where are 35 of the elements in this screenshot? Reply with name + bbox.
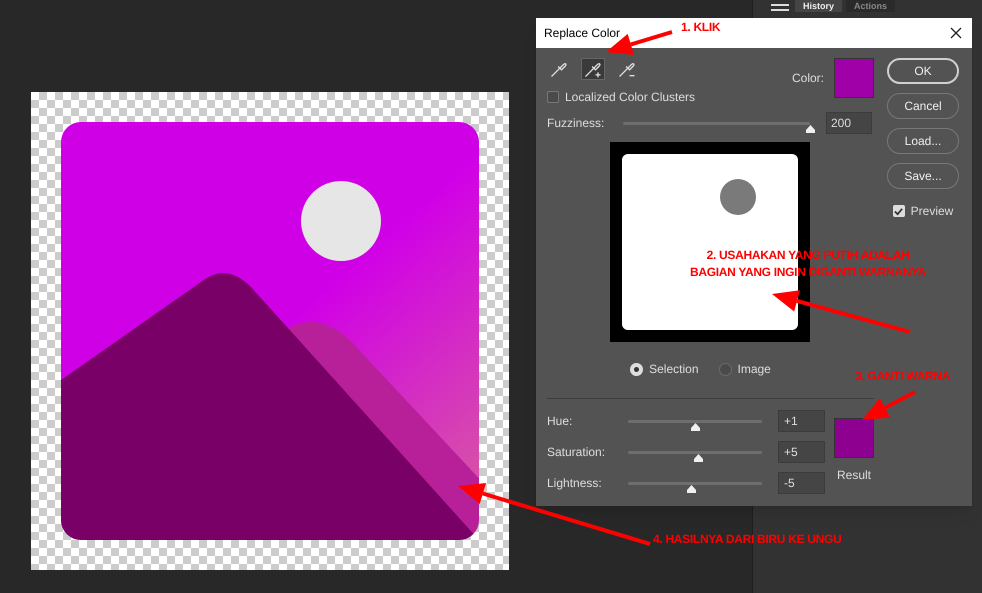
check-icon: [894, 206, 904, 216]
close-icon[interactable]: [950, 27, 962, 39]
checkbox[interactable]: [892, 205, 905, 217]
eyedropper-tool-button[interactable]: [581, 58, 605, 80]
arrow: [862, 390, 916, 420]
dialog-button[interactable]: Save...: [887, 163, 959, 189]
fuzziness-label: Fuzziness:: [547, 115, 606, 132]
radio-button[interactable]: [630, 362, 644, 376]
panel-tab[interactable]: Actions: [846, 0, 896, 12]
adjustment-label: Lightness:: [547, 475, 603, 492]
adjustment-input[interactable]: +1: [778, 410, 825, 432]
fuzziness-input[interactable]: 200: [826, 112, 872, 134]
radio-label[interactable]: Image: [738, 360, 771, 378]
panel-tab[interactable]: History: [795, 0, 842, 12]
checkbox-label[interactable]: Preview: [910, 202, 954, 220]
slider-thumb[interactable]: [805, 124, 816, 134]
checkbox[interactable]: [547, 91, 559, 103]
color-label: Color:: [792, 70, 824, 87]
adjustment-input[interactable]: +5: [778, 441, 825, 463]
adjustment-input[interactable]: -5: [778, 472, 825, 494]
radio-label[interactable]: Selection: [649, 360, 698, 378]
result-label: Result: [836, 467, 871, 484]
dialog-button[interactable]: Cancel: [887, 93, 959, 119]
dialog-button[interactable]: Load...: [887, 128, 959, 154]
color-swatch[interactable]: [834, 58, 874, 98]
annotation-text: 4. HASILNYA DARI BIRU KE UNGU: [653, 531, 842, 548]
adjustment-label: Saturation:: [547, 444, 606, 461]
annotation-text: 3. GANTI WARNA: [855, 368, 950, 385]
sliders-icon[interactable]: [769, 2, 791, 12]
adjustment-label: Hue:: [547, 413, 574, 430]
annotation-text: 1. KLIK: [681, 19, 720, 36]
dialog-title: Replace Color: [544, 25, 620, 42]
radio-button[interactable]: [718, 362, 732, 376]
dialog-button[interactable]: OK: [887, 58, 959, 84]
checkbox-label[interactable]: Localized Color Clusters: [565, 88, 696, 106]
